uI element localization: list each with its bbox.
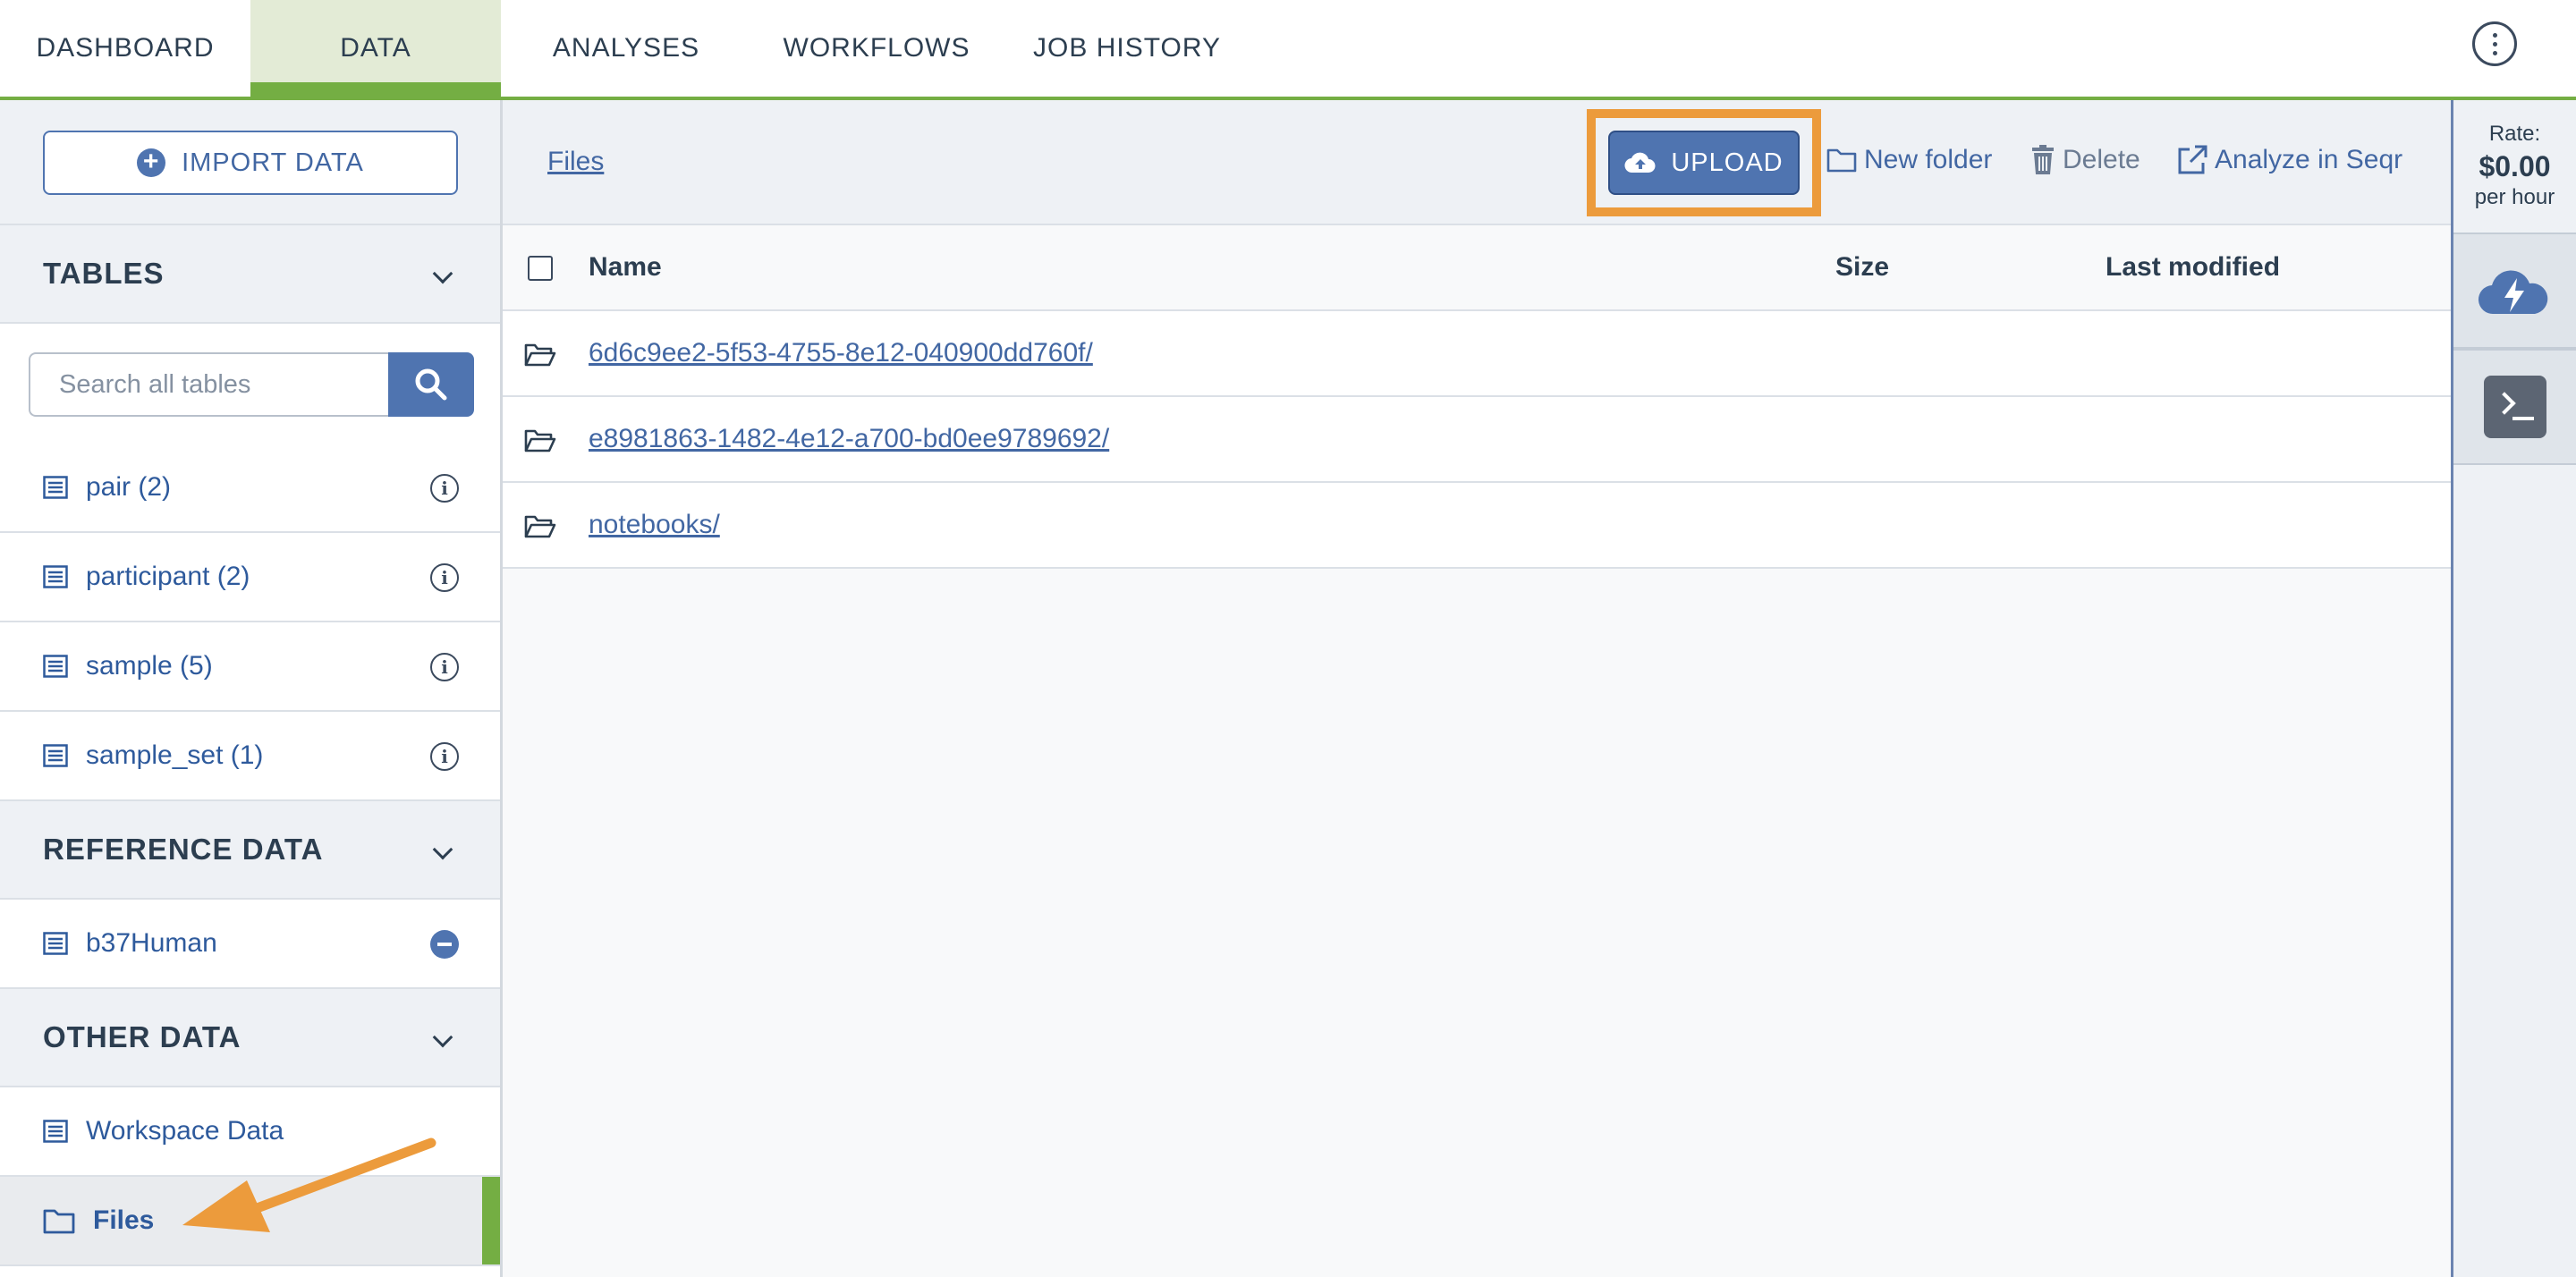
right-rail: Rate: $0.00 per hour	[2451, 100, 2576, 1277]
delete-label: Delete	[2063, 145, 2140, 174]
new-folder-label: New folder	[1864, 145, 1993, 174]
reference-item-label: b37Human	[86, 928, 217, 958]
table-icon	[43, 476, 68, 499]
sidebar: + IMPORT DATA TABLES pair (2) i particip…	[0, 100, 503, 1277]
file-row: e8981863-1482-4e12-a700-bd0ee9789692/	[503, 397, 2451, 483]
table-item-pair[interactable]: pair (2) i	[0, 444, 500, 533]
table-item-label: participant (2)	[86, 562, 250, 591]
info-icon[interactable]: i	[430, 474, 459, 503]
file-name-link[interactable]: 6d6c9ee2-5f53-4755-8e12-040900dd760f/	[589, 338, 1093, 368]
table-icon	[43, 744, 68, 767]
top-nav: DASHBOARD DATA ANALYSES WORKFLOWS JOB HI…	[0, 0, 2576, 100]
file-name-link[interactable]: notebooks/	[589, 510, 720, 540]
new-folder-button[interactable]: New folder	[1826, 145, 1992, 175]
table-item-sample[interactable]: sample (5) i	[0, 622, 500, 712]
other-item-files[interactable]: Files	[0, 1177, 500, 1266]
cloud-upload-icon	[1624, 152, 1656, 173]
tab-data[interactable]: DATA	[250, 0, 501, 97]
section-header-other-data[interactable]: OTHER DATA	[0, 989, 500, 1087]
kebab-menu-icon[interactable]	[2472, 21, 2517, 66]
chevron-down-icon	[432, 1027, 453, 1048]
search-button[interactable]	[388, 352, 474, 417]
table-item-label: sample_set (1)	[86, 740, 264, 770]
import-data-label: IMPORT DATA	[182, 148, 364, 177]
file-browser: Files UPLOAD New folder Delete Analyze i…	[503, 100, 2451, 1277]
rate-label: Rate:	[2488, 122, 2541, 146]
analyze-label: Analyze in Seqr	[2215, 145, 2403, 174]
column-header-last-modified[interactable]: Last modified	[2106, 225, 2280, 309]
folder-open-icon	[524, 515, 556, 538]
cost-rate: Rate: $0.00 per hour	[2453, 122, 2576, 210]
import-data-button[interactable]: + IMPORT DATA	[43, 131, 458, 195]
terminal-button[interactable]	[2453, 349, 2576, 465]
chevron-down-icon	[432, 839, 453, 860]
info-icon[interactable]: i	[430, 653, 459, 681]
rate-value: $0.00	[2479, 150, 2551, 182]
folder-open-icon	[524, 429, 556, 452]
file-name-link[interactable]: e8981863-1482-4e12-a700-bd0ee9789692/	[589, 424, 1109, 454]
search-tables-input[interactable]	[29, 352, 388, 417]
remove-circle-icon[interactable]	[430, 930, 459, 959]
table-icon	[43, 655, 68, 678]
upload-button[interactable]: UPLOAD	[1608, 131, 1800, 195]
other-header-label: OTHER DATA	[43, 1020, 242, 1053]
file-toolbar: Files UPLOAD New folder Delete Analyze i…	[503, 100, 2451, 225]
cloud-environment-button[interactable]	[2453, 233, 2576, 349]
file-row: 6d6c9ee2-5f53-4755-8e12-040900dd760f/	[503, 311, 2451, 397]
column-header-name[interactable]: Name	[589, 225, 662, 309]
table-search	[29, 352, 474, 417]
table-icon	[43, 1120, 68, 1143]
chevron-down-icon	[432, 263, 453, 284]
folder-open-icon	[524, 343, 556, 367]
other-item-workspace-data[interactable]: Workspace Data	[0, 1087, 500, 1177]
cloud-lightning-icon	[2478, 270, 2547, 315]
trash-icon	[2032, 145, 2054, 174]
info-icon[interactable]: i	[430, 563, 459, 592]
other-item-label: Workspace Data	[86, 1116, 284, 1146]
tab-job-history[interactable]: JOB HISTORY	[1002, 0, 1252, 97]
table-icon	[43, 565, 68, 588]
external-link-icon	[2178, 145, 2207, 174]
column-header-size[interactable]: Size	[1835, 225, 1889, 309]
terminal-icon	[2483, 376, 2546, 438]
section-header-tables[interactable]: TABLES	[0, 225, 500, 324]
select-all-checkbox[interactable]	[528, 256, 553, 281]
analyze-in-seqr-button[interactable]: Analyze in Seqr	[2177, 145, 2402, 175]
section-header-reference-data[interactable]: REFERENCE DATA	[0, 801, 500, 900]
tables-header-label: TABLES	[43, 257, 165, 290]
file-row: notebooks/	[503, 483, 2451, 569]
other-item-label: Files	[93, 1205, 155, 1235]
table-icon	[43, 932, 68, 955]
reference-item-b37human[interactable]: b37Human	[0, 900, 500, 989]
table-item-label: pair (2)	[86, 472, 172, 502]
table-item-participant[interactable]: participant (2) i	[0, 533, 500, 622]
import-area: + IMPORT DATA	[0, 100, 500, 225]
folder-icon	[43, 1209, 75, 1234]
tab-dashboard[interactable]: DASHBOARD	[0, 0, 250, 97]
search-icon	[415, 368, 447, 401]
info-icon[interactable]: i	[430, 742, 459, 771]
plus-circle-icon: +	[137, 148, 166, 177]
table-item-label: sample (5)	[86, 651, 213, 681]
delete-button[interactable]: Delete	[2030, 145, 2140, 175]
breadcrumb-files[interactable]: Files	[547, 147, 604, 177]
table-item-sample-set[interactable]: sample_set (1) i	[0, 712, 500, 801]
upload-label: UPLOAD	[1671, 148, 1784, 177]
folder-icon	[1826, 148, 1857, 173]
rate-unit: per hour	[2474, 185, 2555, 209]
tab-workflows[interactable]: WORKFLOWS	[751, 0, 1002, 97]
reference-header-label: REFERENCE DATA	[43, 833, 324, 866]
tab-analyses[interactable]: ANALYSES	[501, 0, 751, 97]
